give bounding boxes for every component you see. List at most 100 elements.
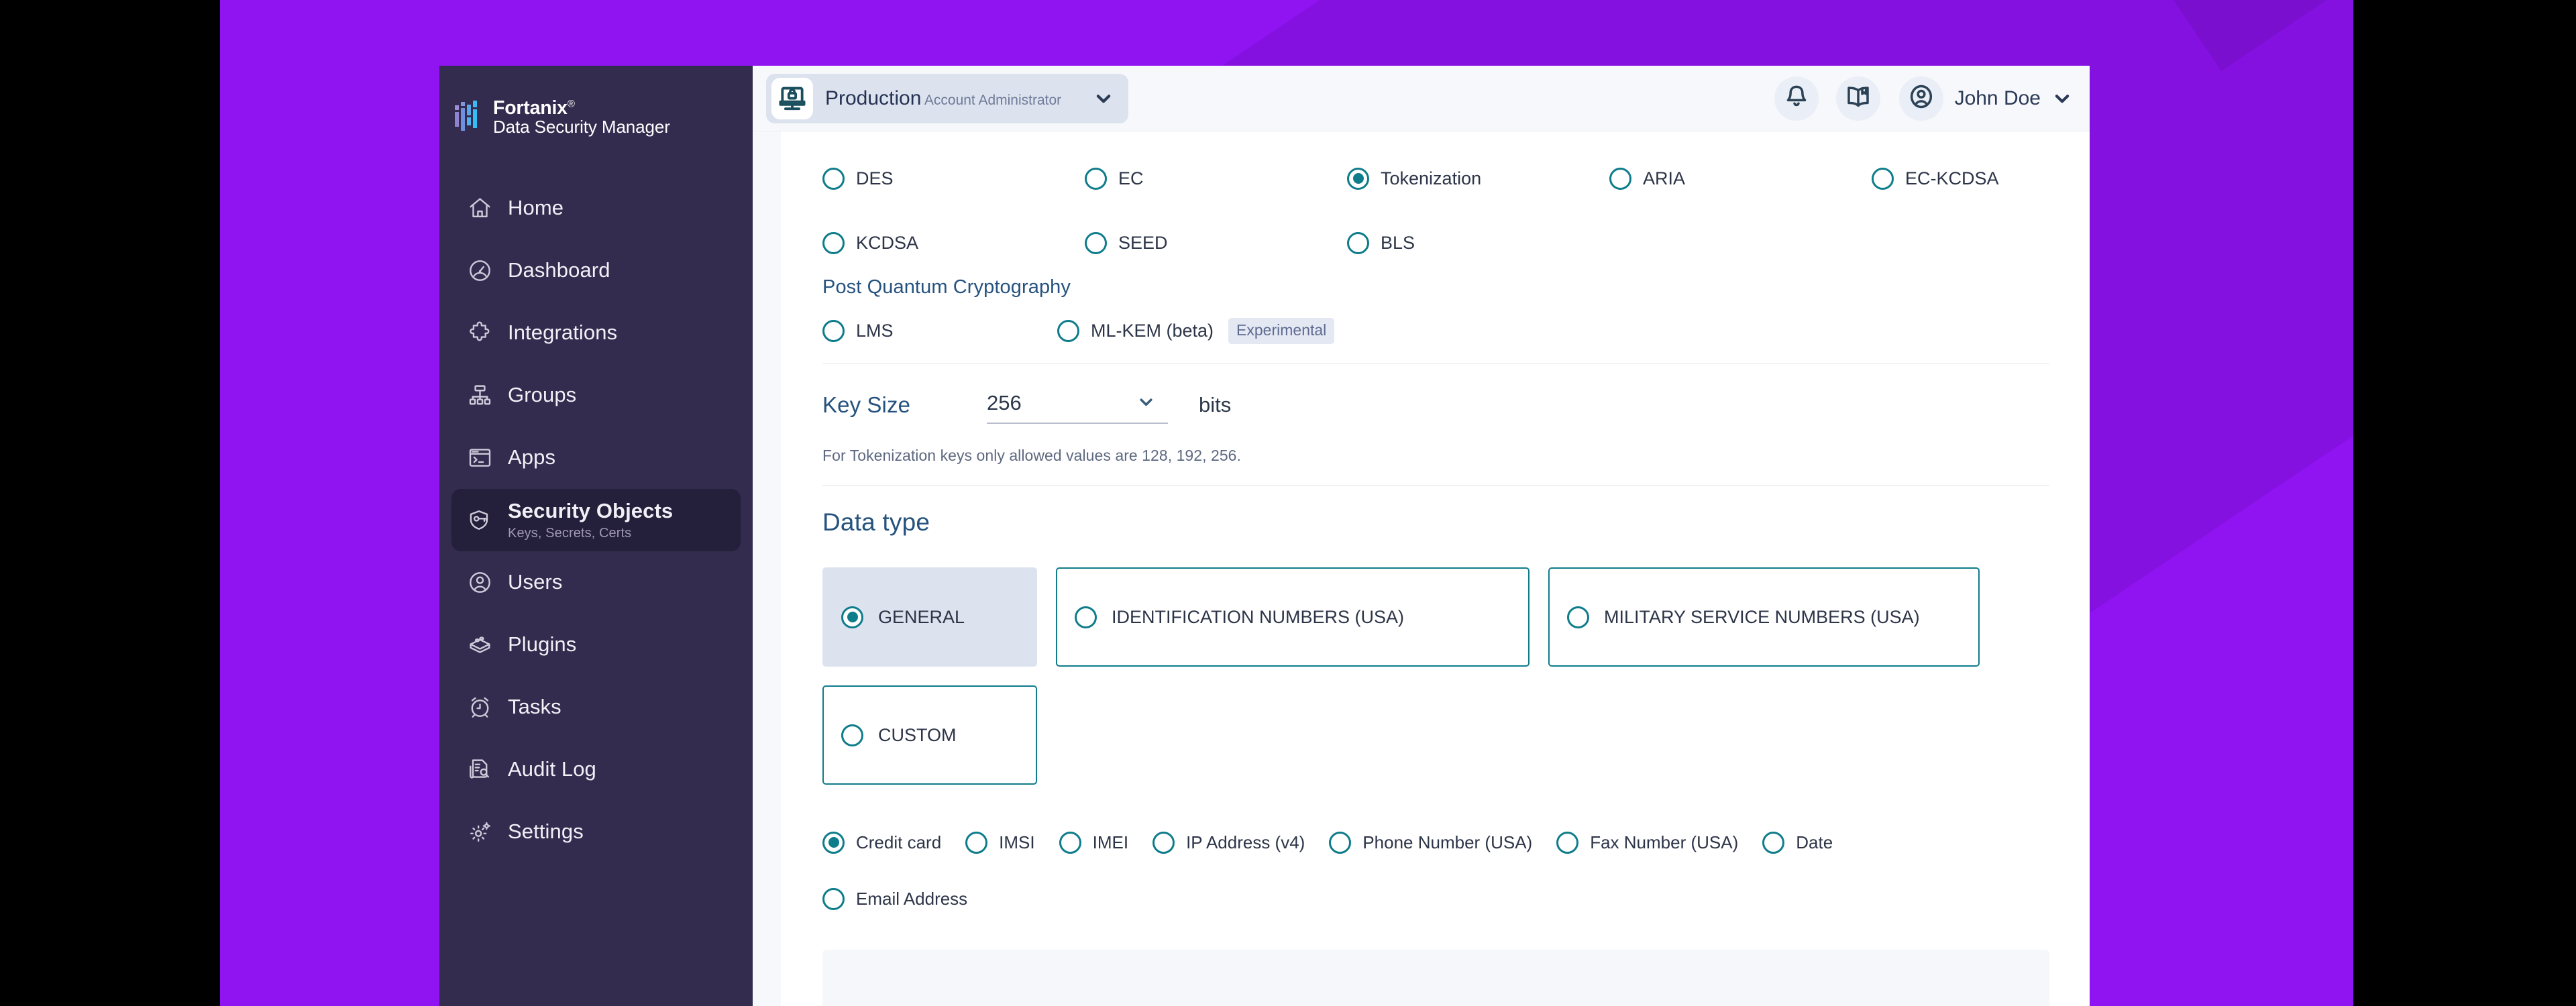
sidebar-item-integrations[interactable]: Integrations <box>451 302 741 364</box>
option-label: Phone Number (USA) <box>1362 832 1533 852</box>
card-label: MILITARY SERVICE NUMBERS (USA) <box>1604 606 1920 627</box>
sidebar-item-label: Integrations <box>508 321 618 345</box>
sidebar: Fortanix® Data Security Manager Home Das… <box>439 66 753 1006</box>
pq-option-ml-kem[interactable]: ML-KEM (beta) <box>1057 319 1214 342</box>
algorithm-option-ec-kcdsa[interactable]: EC-KCDSA <box>1872 167 2090 190</box>
card-label: CUSTOM <box>878 724 957 745</box>
subtype-option-date[interactable]: Date <box>1762 831 1833 854</box>
subtype-option-imsi[interactable]: IMSI <box>965 831 1035 854</box>
brand-name: Fortanix <box>493 97 568 119</box>
option-label: EC-KCDSA <box>1905 168 1999 188</box>
sidebar-item-apps[interactable]: Apps <box>451 427 741 489</box>
key-size-section: Key Size 256 bits For Tokenization keys … <box>822 364 2049 485</box>
sidebar-item-security-objects[interactable]: Security Objects Keys, Secrets, Certs <box>451 488 741 551</box>
main-column: Production Account Administrator John Do… <box>753 66 2090 1006</box>
algorithm-option-ec[interactable]: EC <box>1085 167 1347 190</box>
user-name: John Doe <box>1954 87 2041 109</box>
sidebar-item-home[interactable]: Home <box>451 177 741 239</box>
data-subtype-options: Credit card IMSI IMEI IP Address (v4) Ph… <box>822 814 2049 927</box>
account-switcher[interactable]: Production Account Administrator <box>766 73 1128 123</box>
data-type-card-military-service-numbers[interactable]: MILITARY SERVICE NUMBERS (USA) <box>1548 567 1980 667</box>
book-icon <box>1845 83 1872 113</box>
gear-icon <box>466 818 493 845</box>
algorithm-option-seed[interactable]: SEED <box>1085 231 1347 254</box>
radio-icon <box>1609 167 1631 190</box>
documentation-button[interactable] <box>1835 76 1880 121</box>
sidebar-item-audit-log[interactable]: Audit Log <box>451 738 741 801</box>
post-quantum-options: LMS ML-KEM (beta) Experimental <box>822 298 2049 363</box>
gauge-icon <box>466 257 493 284</box>
data-subtype-row: Credit card IMSI IMEI IP Address (v4) Ph… <box>822 814 2049 871</box>
option-label: SEED <box>1118 232 1168 253</box>
bell-icon <box>1783 83 1810 113</box>
option-label: Date <box>1796 832 1833 852</box>
algorithm-option-kcdsa[interactable]: KCDSA <box>822 231 1085 254</box>
sidebar-item-settings[interactable]: Settings <box>451 801 741 863</box>
data-type-card-custom[interactable]: CUSTOM <box>822 685 1037 785</box>
option-label: Tokenization <box>1381 168 1482 188</box>
org-chart-icon <box>466 382 493 408</box>
subtype-option-email-address[interactable]: Email Address <box>822 887 968 910</box>
create-key-form-card: DES EC Tokenization ARIA EC-KCDSA KCDSA … <box>781 131 2090 1006</box>
data-type-card-general[interactable]: GENERAL <box>822 567 1037 667</box>
subtype-option-ip-address-v4[interactable]: IP Address (v4) <box>1152 831 1305 854</box>
radio-icon <box>822 167 845 190</box>
option-label: ML-KEM (beta) <box>1091 320 1214 341</box>
sidebar-item-dashboard[interactable]: Dashboard <box>451 239 741 302</box>
radio-icon <box>1347 231 1369 254</box>
option-label: EC <box>1118 168 1144 188</box>
option-label: KCDSA <box>856 232 919 253</box>
data-type-card-identification-numbers[interactable]: IDENTIFICATION NUMBERS (USA) <box>1056 567 1529 667</box>
sidebar-item-label: Settings <box>508 820 584 844</box>
chevron-down-icon <box>2052 89 2072 109</box>
puzzle-piece-icon <box>466 319 493 346</box>
algorithm-option-bls[interactable]: BLS <box>1347 231 1609 254</box>
sidebar-item-label: Security Objects <box>508 498 674 522</box>
algorithm-option-des[interactable]: DES <box>822 167 1085 190</box>
option-label: Email Address <box>856 888 968 909</box>
subtype-option-imei[interactable]: IMEI <box>1059 831 1128 854</box>
option-label: LMS <box>856 320 894 341</box>
radio-icon <box>1057 319 1079 342</box>
key-size-value: 256 <box>987 391 1022 414</box>
data-type-section: Data type GENERAL IDENTIFICATION NUMBERS… <box>822 486 2049 927</box>
pq-option-lms[interactable]: LMS <box>822 319 1057 342</box>
radio-icon <box>841 724 863 746</box>
sidebar-item-groups[interactable]: Groups <box>451 364 741 427</box>
key-size-hint: For Tokenization keys only allowed value… <box>822 447 1241 464</box>
option-label: BLS <box>1381 232 1415 253</box>
algorithm-option-aria[interactable]: ARIA <box>1609 167 1872 190</box>
user-menu[interactable]: John Doe <box>1898 76 2072 121</box>
sidebar-nav: Home Dashboard Integrations Groups Apps … <box>439 177 753 863</box>
key-size-label: Key Size <box>822 392 911 417</box>
content-area: DES EC Tokenization ARIA EC-KCDSA KCDSA … <box>753 131 2090 1006</box>
algorithm-option-tokenization[interactable]: Tokenization <box>1347 167 1609 190</box>
lego-brick-icon <box>466 631 493 658</box>
brand-logo[interactable]: Fortanix® Data Security Manager <box>439 66 753 137</box>
radio-icon-selected <box>822 831 845 854</box>
subtype-option-credit-card[interactable]: Credit card <box>822 831 942 854</box>
sidebar-item-tasks[interactable]: Tasks <box>451 676 741 738</box>
alarm-clock-icon <box>466 693 493 720</box>
sidebar-item-users[interactable]: Users <box>451 551 741 614</box>
key-size-units: bits <box>1199 393 1232 416</box>
terminal-window-icon <box>466 444 493 471</box>
option-label: Credit card <box>856 832 942 852</box>
radio-icon <box>822 231 845 254</box>
radio-icon <box>1085 167 1107 190</box>
subtype-option-phone-number-usa[interactable]: Phone Number (USA) <box>1329 831 1533 854</box>
key-size-select[interactable]: 256 <box>987 386 1168 424</box>
radio-icon <box>1152 831 1175 854</box>
sidebar-item-label: Groups <box>508 383 577 407</box>
data-type-title: Data type <box>822 508 930 536</box>
radio-icon <box>1059 831 1081 854</box>
notifications-button[interactable] <box>1774 76 1819 121</box>
application-window: Fortanix® Data Security Manager Home Das… <box>439 66 2090 1006</box>
radio-icon <box>822 319 845 342</box>
sidebar-item-plugins[interactable]: Plugins <box>451 614 741 676</box>
bottom-panel <box>822 950 2049 1006</box>
chevron-down-icon <box>1137 393 1157 413</box>
option-label: DES <box>856 168 894 188</box>
subtype-option-fax-number-usa[interactable]: Fax Number (USA) <box>1556 831 1738 854</box>
sidebar-item-label: Apps <box>508 445 556 469</box>
